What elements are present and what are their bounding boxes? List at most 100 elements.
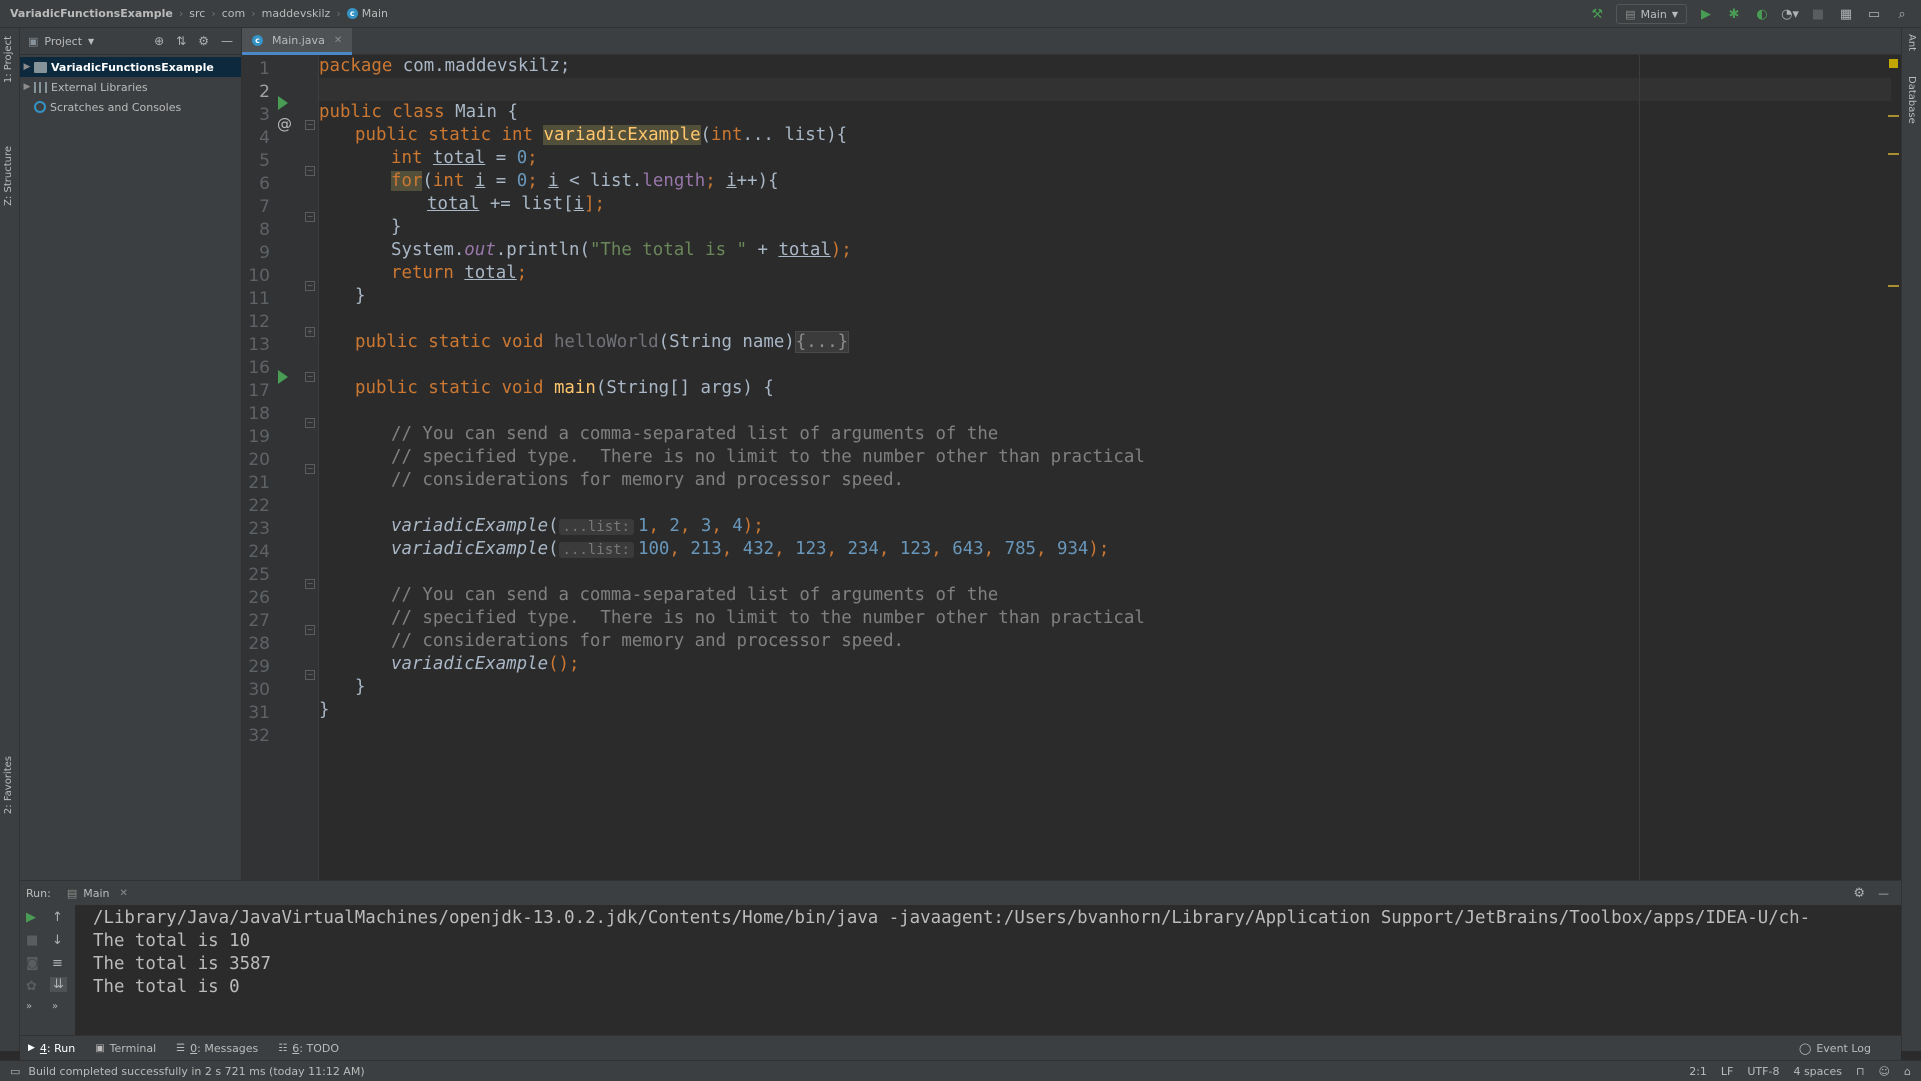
file-encoding[interactable]: UTF-8 <box>1747 1065 1779 1078</box>
event-log-button[interactable]: ◯ Event Log <box>1799 1036 1871 1061</box>
inspector-icon[interactable]: ☺ <box>1879 1065 1890 1078</box>
fold-marker-icon[interactable]: + <box>305 327 315 337</box>
breadcrumb-com[interactable]: com <box>222 7 246 20</box>
settings-icon[interactable]: ✿ <box>26 979 37 994</box>
tab-run-main[interactable]: ▤ Main ✕ <box>61 881 134 906</box>
folded-code-block[interactable]: {...} <box>794 331 850 353</box>
lock-icon[interactable]: ⊓ <box>1856 1065 1865 1078</box>
line-separator[interactable]: LF <box>1721 1065 1733 1078</box>
breadcrumb-package[interactable]: maddevskilz <box>262 7 331 20</box>
event-log-label: Event Log <box>1816 1042 1871 1055</box>
tool-tab-favorites[interactable]: 2: Favorites <box>3 756 14 814</box>
fold-marker-icon[interactable]: − <box>305 418 315 428</box>
hide-icon[interactable]: — <box>221 34 233 48</box>
tree-item-scratches[interactable]: Scratches and Consoles <box>20 97 241 117</box>
run-console-output[interactable]: /Library/Java/JavaVirtualMachines/openjd… <box>75 905 1901 1035</box>
profile-icon[interactable]: ◔▾ <box>1781 5 1799 23</box>
fold-marker-icon[interactable]: − <box>305 212 315 222</box>
editor-error-stripe[interactable] <box>1885 55 1901 880</box>
scroll-to-end-icon[interactable]: ⇊ <box>50 977 67 992</box>
warning-stripe-mark[interactable] <box>1888 285 1899 287</box>
code-text: } <box>355 286 366 306</box>
warning-stripe-mark[interactable] <box>1888 115 1899 117</box>
close-icon[interactable]: ✕ <box>334 35 342 46</box>
code-text: ; <box>527 171 549 191</box>
window-layout-icon[interactable]: ▭ <box>1865 5 1883 23</box>
tool-tab-database[interactable]: Database <box>1906 76 1917 124</box>
collapse-all-icon[interactable]: ⇅ <box>176 34 186 48</box>
tool-tab-terminal[interactable]: ▣ Terminal <box>95 1042 156 1055</box>
tree-item-project-root[interactable]: ▶ VariadicFunctionsExample <box>20 57 241 77</box>
status-window-icon[interactable]: ▭ <box>10 1065 20 1078</box>
fold-marker-icon[interactable]: − <box>305 120 315 130</box>
fold-marker-icon[interactable]: − <box>305 670 315 680</box>
tool-tab-run[interactable]: ▶ 4: Run <box>28 1042 75 1055</box>
scroll-up-icon[interactable]: ↑ <box>52 910 63 925</box>
hide-icon[interactable]: — <box>1878 887 1889 900</box>
breadcrumb-separator: › <box>178 7 184 20</box>
tree-item-external-libraries[interactable]: ▶ External Libraries <box>20 77 241 97</box>
method-declaration: variadicExample <box>543 125 701 145</box>
debug-icon[interactable]: ✱ <box>1725 5 1743 23</box>
expand-arrow-icon[interactable]: ▶ <box>20 62 34 72</box>
warning-indicator-icon[interactable] <box>1889 59 1898 68</box>
tree-item-label: Scratches and Consoles <box>50 100 182 114</box>
breadcrumb-project[interactable]: VariadicFunctionsExample <box>10 7 173 20</box>
variable: total <box>432 148 486 168</box>
run-main-gutter-icon[interactable] <box>278 370 288 384</box>
run-class-gutter-icon[interactable] <box>278 96 288 110</box>
stop-icon[interactable]: ■ <box>26 933 38 948</box>
fold-marker-icon[interactable]: − <box>305 579 315 589</box>
tool-tab-ant[interactable]: Ant <box>1906 34 1917 51</box>
run-configuration-selector[interactable]: ▤ Main ▼ <box>1616 4 1687 24</box>
more-icon[interactable]: » <box>52 1001 58 1012</box>
rerun-icon[interactable]: ▶ <box>26 910 36 925</box>
coverage-icon[interactable]: ◐ <box>1753 5 1771 23</box>
scroll-down-icon[interactable]: ↓ <box>52 933 63 948</box>
code-text: } <box>391 217 402 237</box>
chevron-down-icon[interactable]: ▼ <box>88 37 94 46</box>
code-text: } <box>355 677 366 697</box>
more-icon[interactable]: » <box>26 1001 32 1012</box>
tab-main-java[interactable]: c Main.java ✕ <box>242 28 353 55</box>
fold-marker-icon[interactable]: − <box>305 166 315 176</box>
search-icon[interactable]: ⌕ <box>1893 5 1911 23</box>
soft-wrap-icon[interactable]: ≡ <box>52 956 63 971</box>
caret-position[interactable]: 2:1 <box>1689 1065 1707 1078</box>
expand-arrow-icon[interactable]: ▶ <box>20 82 34 92</box>
build-hammer-icon[interactable]: ⚒ <box>1588 5 1606 23</box>
tool-tab-project[interactable]: 1: Project <box>3 36 14 83</box>
tool-tab-messages[interactable]: ☰ 0: Messages <box>176 1042 258 1055</box>
overridden-method-icon[interactable]: @ <box>277 115 292 133</box>
close-icon[interactable]: ✕ <box>119 888 127 899</box>
notifications-icon[interactable]: ⌂ <box>1904 1065 1911 1078</box>
method-call: variadicExample <box>391 516 549 536</box>
code-text: Main { <box>444 102 518 122</box>
left-tool-strip: 1: Project Z: Structure 2: Favorites <box>0 28 20 1051</box>
gear-icon[interactable]: ⚙ <box>1853 886 1865 901</box>
fold-marker-icon[interactable]: − <box>305 464 315 474</box>
editor-tab-bar: c Main.java ✕ <box>242 28 1901 55</box>
project-structure-icon[interactable]: ▦ <box>1837 5 1855 23</box>
editor-gutter[interactable]: 1 2 3 4 5 6 7 8 9 10 11 12 13 16 17 18 1… <box>242 55 319 880</box>
warning-stripe-mark[interactable] <box>1888 153 1899 155</box>
run-icon[interactable]: ▶ <box>1697 5 1715 23</box>
fold-marker-icon[interactable]: − <box>305 625 315 635</box>
indent-setting[interactable]: 4 spaces <box>1793 1065 1842 1078</box>
fold-marker-icon[interactable]: − <box>305 372 315 382</box>
terminal-icon: ▣ <box>95 1042 105 1054</box>
tool-tab-todo[interactable]: ☷ 6: TODO <box>278 1042 339 1055</box>
breadcrumb-class[interactable]: Main <box>362 7 388 20</box>
locate-icon[interactable]: ⊕ <box>154 34 164 48</box>
fold-marker-icon[interactable]: − <box>305 281 315 291</box>
code-editor[interactable]: package com.maddevskilz; public class Ma… <box>319 55 1901 880</box>
breadcrumb-src[interactable]: src <box>189 7 205 20</box>
camera-icon[interactable]: ◙ <box>26 956 39 971</box>
method-call: variadicExample <box>391 654 549 674</box>
stop-icon[interactable]: ■ <box>1809 5 1827 23</box>
status-message[interactable]: Build completed successfully in 2 s 721 … <box>28 1065 364 1078</box>
code-line: } <box>355 676 365 699</box>
gear-icon[interactable]: ⚙ <box>198 34 209 48</box>
tool-tab-structure[interactable]: Z: Structure <box>3 146 14 206</box>
project-view-selector[interactable]: Project <box>44 35 82 48</box>
